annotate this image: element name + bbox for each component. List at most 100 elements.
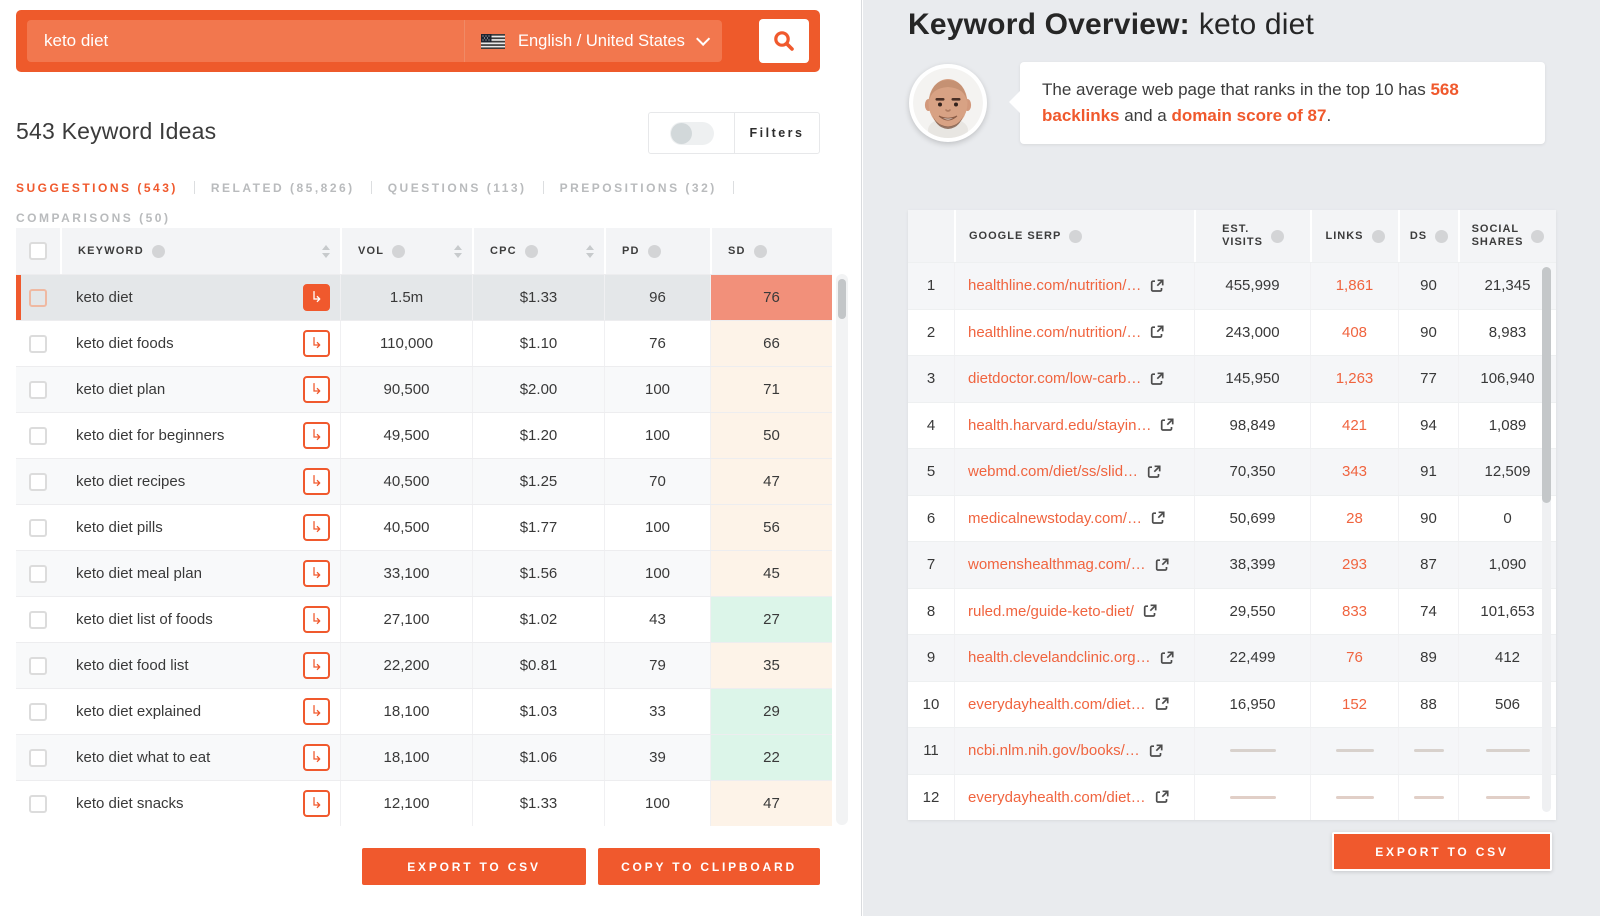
expand-keyword-arrow-button[interactable]: ↳: [303, 330, 330, 357]
copy-to-clipboard-button[interactable]: COPY TO CLIPBOARD: [598, 848, 820, 885]
external-link-icon[interactable]: [1147, 465, 1161, 479]
serp-link[interactable]: everydayhealth.com/diet…: [968, 789, 1146, 806]
info-icon[interactable]: [1372, 230, 1385, 243]
scrollbar-thumb[interactable]: [838, 279, 846, 319]
external-link-icon[interactable]: [1151, 511, 1165, 525]
insight-text: The average web page that ranks in the t…: [1042, 80, 1430, 99]
expand-keyword-arrow-button[interactable]: ↳: [303, 744, 330, 771]
expand-keyword-arrow-button[interactable]: ↳: [303, 468, 330, 495]
expand-keyword-arrow-button[interactable]: ↳: [303, 560, 330, 587]
serp-link[interactable]: dietdoctor.com/low-carb…: [968, 370, 1141, 387]
external-link-icon[interactable]: [1155, 558, 1169, 572]
loading-placeholder: [1414, 749, 1444, 752]
external-link-icon[interactable]: [1150, 372, 1164, 386]
pd-value: 39: [604, 735, 710, 780]
row-checkbox[interactable]: [29, 565, 47, 583]
serp-link[interactable]: womenshealthmag.com/…: [968, 556, 1146, 573]
info-icon[interactable]: [1069, 230, 1082, 243]
info-icon[interactable]: [152, 245, 165, 258]
serp-link[interactable]: everydayhealth.com/diet…: [968, 696, 1146, 713]
ds-value: [1398, 775, 1458, 821]
row-checkbox[interactable]: [29, 703, 47, 721]
sort-vol-control[interactable]: [454, 245, 462, 258]
pd-value: 79: [604, 643, 710, 688]
search-input[interactable]: [27, 20, 464, 62]
cpc-value: $1.10: [472, 321, 604, 366]
info-icon[interactable]: [1531, 230, 1544, 243]
external-link-icon[interactable]: [1155, 790, 1169, 804]
sd-value: 76: [710, 275, 832, 320]
row-checkbox[interactable]: [29, 289, 47, 307]
filters-toggle[interactable]: [649, 113, 735, 153]
tab-divider: [194, 181, 195, 194]
tab-related[interactable]: RELATED (85,826): [211, 181, 355, 195]
serp-link[interactable]: ruled.me/guide-keto-diet/: [968, 603, 1134, 620]
expand-keyword-arrow-button[interactable]: ↳: [303, 652, 330, 679]
serp-link[interactable]: health.harvard.edu/stayin…: [968, 417, 1151, 434]
row-checkbox[interactable]: [29, 335, 47, 353]
serp-link[interactable]: medicalnewstoday.com/…: [968, 510, 1142, 527]
export-to-csv-button-right[interactable]: EXPORT TO CSV: [1332, 832, 1552, 871]
serp-rank: 1: [908, 263, 954, 309]
vol-value: 90,500: [340, 367, 472, 412]
info-icon[interactable]: [1271, 230, 1284, 243]
external-link-icon[interactable]: [1150, 325, 1164, 339]
external-link-icon[interactable]: [1150, 279, 1164, 293]
est-visits-value: 243,000: [1194, 310, 1310, 356]
expand-keyword-arrow-button[interactable]: ↳: [303, 698, 330, 725]
row-checkbox[interactable]: [29, 749, 47, 767]
language-select[interactable]: English / United States: [464, 20, 722, 62]
serp-link[interactable]: health.clevelandclinic.org…: [968, 649, 1151, 666]
col-google-serp-label: GOOGLE SERP: [969, 230, 1061, 242]
serp-link[interactable]: healthline.com/nutrition/…: [968, 277, 1141, 294]
insight-text: and a: [1120, 106, 1172, 125]
info-icon[interactable]: [648, 245, 661, 258]
expand-keyword-arrow-button[interactable]: ↳: [303, 376, 330, 403]
info-icon[interactable]: [392, 245, 405, 258]
est-visits-value: 455,999: [1194, 263, 1310, 309]
external-link-icon[interactable]: [1160, 418, 1174, 432]
row-checkbox[interactable]: [29, 519, 47, 537]
row-checkbox[interactable]: [29, 473, 47, 491]
expand-keyword-arrow-button[interactable]: ↳: [303, 790, 330, 817]
toggle-knob[interactable]: [671, 123, 692, 144]
info-icon[interactable]: [754, 245, 767, 258]
serp-link[interactable]: healthline.com/nutrition/…: [968, 324, 1141, 341]
filters-label[interactable]: Filters: [735, 113, 819, 153]
info-icon[interactable]: [1435, 230, 1448, 243]
scrollbar-thumb[interactable]: [1542, 267, 1551, 503]
search-icon: [772, 29, 796, 53]
sort-keyword-control[interactable]: [322, 245, 330, 258]
external-link-icon[interactable]: [1143, 604, 1157, 618]
ds-value: 90: [1398, 310, 1458, 356]
row-checkbox[interactable]: [29, 381, 47, 399]
select-all-checkbox[interactable]: [29, 242, 47, 260]
expand-keyword-arrow-button[interactable]: ↳: [303, 514, 330, 541]
serp-link[interactable]: webmd.com/diet/ss/slid…: [968, 463, 1138, 480]
external-link-icon[interactable]: [1149, 744, 1163, 758]
col-ds-label: DS: [1410, 230, 1427, 242]
tab-suggestions[interactable]: SUGGESTIONS (543): [16, 181, 178, 195]
expand-keyword-arrow-button[interactable]: ↳: [303, 606, 330, 633]
info-icon[interactable]: [525, 245, 538, 258]
row-checkbox[interactable]: [29, 795, 47, 813]
serp-link[interactable]: ncbi.nlm.nih.gov/books/…: [968, 742, 1140, 759]
keyword-row: keto diet what to eat↳18,100$1.063922: [16, 734, 832, 780]
tab-prepositions[interactable]: PREPOSITIONS (32): [560, 181, 717, 195]
serp-row: 5webmd.com/diet/ss/slid…70,3503439112,50…: [908, 448, 1556, 495]
ds-value: 88: [1398, 682, 1458, 728]
row-checkbox[interactable]: [29, 427, 47, 445]
row-checkbox[interactable]: [29, 657, 47, 675]
tab-comparisons[interactable]: COMPARISONS (50): [16, 211, 170, 225]
search-button[interactable]: [759, 19, 809, 63]
row-checkbox[interactable]: [29, 611, 47, 629]
sort-cpc-control[interactable]: [586, 245, 594, 258]
expand-keyword-arrow-button[interactable]: ↳: [303, 422, 330, 449]
external-link-icon[interactable]: [1155, 697, 1169, 711]
expand-keyword-arrow-button[interactable]: ↳: [303, 284, 330, 311]
keyword-row: keto diet pills↳40,500$1.7710056: [16, 504, 832, 550]
tab-questions[interactable]: QUESTIONS (113): [388, 181, 527, 195]
export-to-csv-button[interactable]: EXPORT TO CSV: [362, 848, 586, 885]
external-link-icon[interactable]: [1160, 651, 1174, 665]
keyword-row: keto diet foods↳110,000$1.107666: [16, 320, 832, 366]
